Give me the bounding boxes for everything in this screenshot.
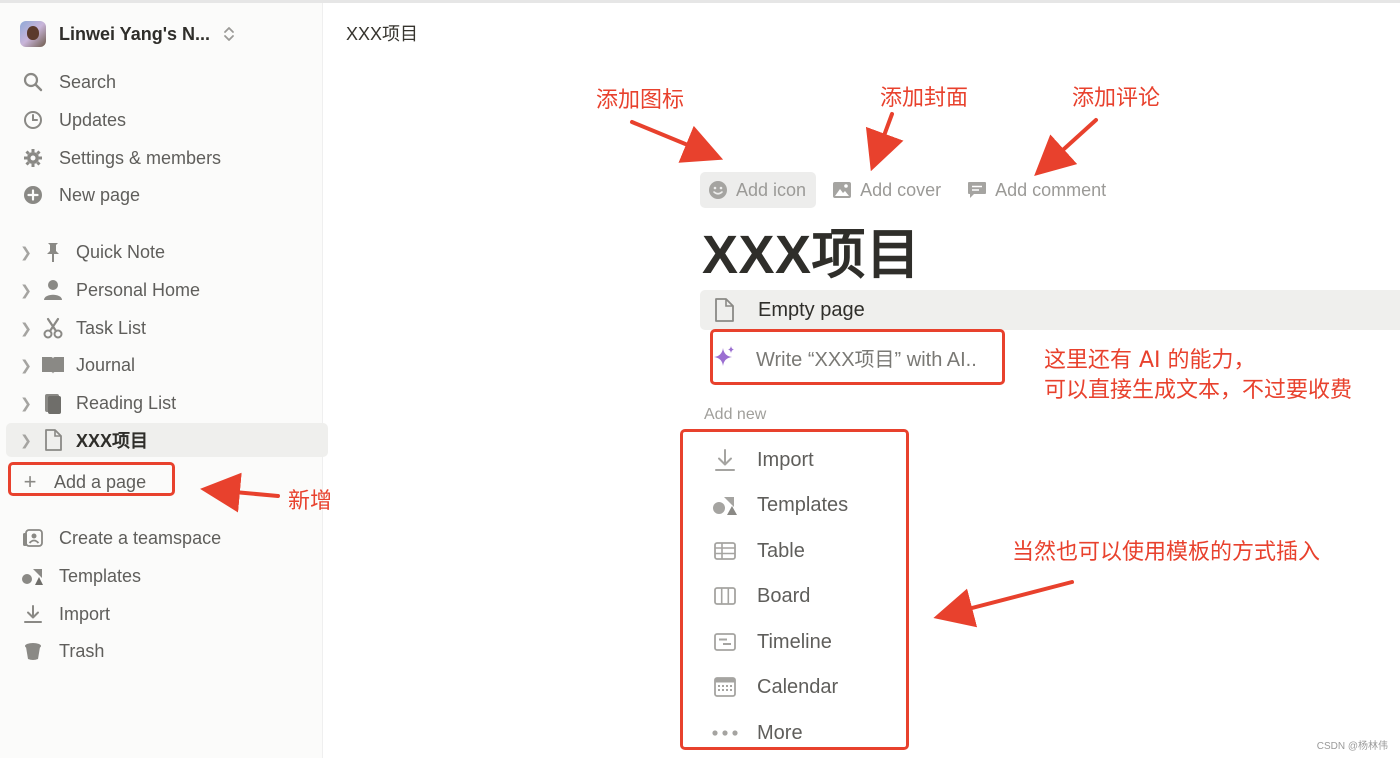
arrow-add-cover (865, 112, 904, 172)
arrow-new (200, 472, 280, 513)
arrow-templates (933, 580, 1074, 628)
annotation-arrows (200, 112, 1098, 628)
arrow-add-comment (1034, 118, 1098, 177)
watermark: CSDN @杨林伟 (1316, 741, 1388, 752)
arrow-add-icon (630, 120, 724, 163)
